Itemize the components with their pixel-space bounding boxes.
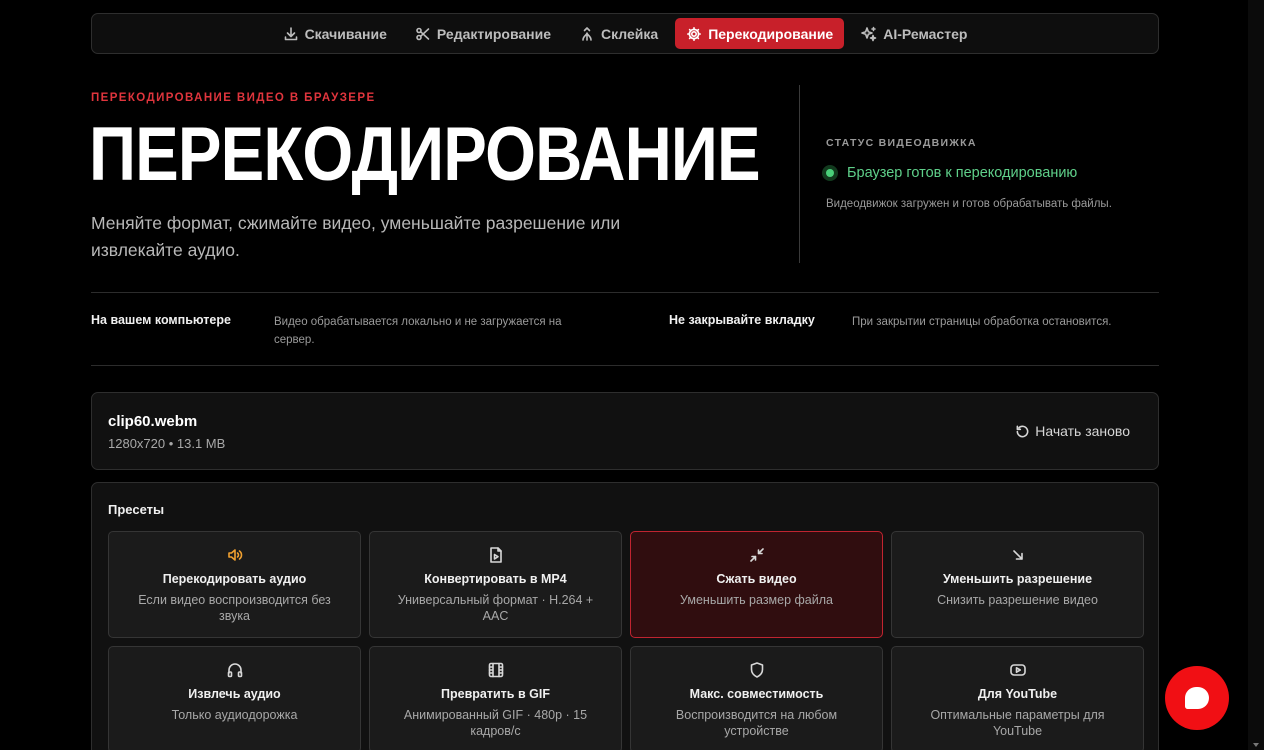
divider (91, 292, 1159, 293)
preset-title: Извлечь аудио (188, 687, 281, 701)
youtube-icon (1009, 664, 1026, 676)
gear-icon (687, 26, 702, 41)
video-file-icon (489, 547, 502, 563)
presets-title: Пресеты (108, 502, 165, 517)
tab-label: Редактирование (436, 25, 551, 42)
arrow-down-right-icon (1012, 550, 1023, 560)
chat-button[interactable] (1165, 666, 1229, 730)
scroll-down-arrow-icon[interactable] (1253, 743, 1259, 747)
preset-title: Уменьшить разрешение (942, 572, 1093, 586)
scrollbar[interactable] (1248, 0, 1264, 750)
file-card: clip60.webm 1280x720 • 13.1 MB Начать за… (91, 392, 1159, 470)
download-icon (284, 26, 297, 40)
page-title: ПЕРЕКОДИРОВАНИЕ (89, 112, 761, 197)
preset-description: Если видео воспроизводится без звука (138, 593, 331, 623)
speaker-icon (227, 549, 242, 561)
tab-download[interactable]: Скачивание (272, 18, 398, 49)
tab-merge[interactable]: Склейка (568, 18, 669, 49)
sparkles-icon (861, 26, 877, 41)
preset-make-gif[interactable]: Превратить в GIF Анимированный GIF · 480… (369, 646, 622, 750)
headphones-icon (227, 663, 242, 678)
info-title-tab: Не закрывайте вкладку (669, 313, 815, 327)
preset-description: Оптимальные параметры для YouTube (930, 708, 1105, 738)
preset-reduce-resolution[interactable]: Уменьшить разрешение Снизить разрешение … (891, 531, 1144, 638)
preset-title: Макс. совместимость (689, 687, 824, 701)
preset-max-compatibility[interactable]: Макс. совместимость Воспроизводится на л… (630, 646, 883, 750)
tab-ai-remaster[interactable]: AI-Ремастер (850, 18, 978, 49)
info-text-local: Видео обрабатывается локально и не загру… (274, 316, 562, 346)
file-name: clip60.webm (108, 413, 198, 430)
film-icon (488, 662, 503, 678)
preset-transcode-audio[interactable]: Перекодировать аудио Если видео воспроиз… (108, 531, 361, 638)
preset-title: Конвертировать в MP4 (424, 572, 567, 586)
tab-label: Скачивание (304, 25, 387, 42)
restart-label: Начать заново (1035, 423, 1130, 439)
preset-title: Превратить в GIF (441, 687, 550, 701)
engine-status-label: СТАТУС ВИДЕОДВИЖКА (826, 137, 977, 149)
preset-description: Воспроизводится на любом устройстве (675, 708, 838, 738)
preset-title: Сжать видео (716, 572, 797, 586)
preset-extract-audio[interactable]: Извлечь аудио Только аудиодорожка (108, 646, 361, 750)
info-title-local: На вашем компьютере (91, 313, 231, 327)
tab-label: Перекодирование (708, 25, 834, 42)
file-meta: 1280x720 • 13.1 MB (108, 436, 226, 451)
tab-label: Склейка (601, 25, 659, 42)
chat-bubble-icon (1185, 687, 1209, 709)
preset-convert-mp4[interactable]: Конвертировать в MP4 Универсальный форма… (369, 531, 622, 638)
tool-nav: Скачивание Редактирование Склейка Переко… (91, 13, 1159, 54)
preset-description: Только аудиодорожка (171, 708, 298, 722)
engine-status-text: Браузер готов к перекодированию (847, 165, 1078, 181)
preset-description: Снизить разрешение видео (937, 593, 1098, 607)
preset-description: Анимированный GIF · 480p · 15 кадров/с (403, 708, 588, 738)
preset-description: Уменьшить размер файла (680, 593, 833, 607)
preset-description: Универсальный формат · H.264 + AAC (397, 593, 594, 623)
restart-icon (1016, 425, 1029, 437)
tab-transcode[interactable]: Перекодирование (675, 18, 845, 49)
compress-icon (749, 548, 764, 562)
engine-status: Браузер готов к перекодированию (822, 165, 1077, 181)
preset-title: Перекодировать аудио (162, 572, 307, 586)
engine-status-subtext: Видеодвижок загружен и готов обрабатыват… (826, 198, 1112, 210)
shield-icon (750, 662, 763, 678)
hero-description: Меняйте формат, сжимайте видео, уменьшай… (91, 213, 621, 260)
tab-edit[interactable]: Редактирование (404, 18, 562, 49)
merge-icon (582, 26, 592, 41)
scissors-icon (416, 27, 430, 40)
info-text-tab: При закрытии страницы обработка останови… (852, 316, 1112, 328)
divider (91, 365, 1159, 366)
preset-youtube[interactable]: Для YouTube Оптимальные параметры для Yo… (891, 646, 1144, 750)
presets-panel: Пресеты Перекодировать аудио Если видео … (91, 482, 1159, 750)
vertical-divider (799, 85, 800, 263)
preset-compress-video[interactable]: Сжать видео Уменьшить размер файла (630, 531, 883, 638)
hero-eyebrow: ПЕРЕКОДИРОВАНИЕ ВИДЕО В БРАУЗЕРЕ (91, 92, 376, 104)
status-dot-icon (822, 165, 838, 181)
preset-title: Для YouTube (977, 687, 1058, 701)
presets-grid: Перекодировать аудио Если видео воспроиз… (108, 531, 1144, 750)
tab-label: AI-Ремастер (883, 25, 968, 42)
restart-button[interactable]: Начать заново (1015, 423, 1130, 439)
